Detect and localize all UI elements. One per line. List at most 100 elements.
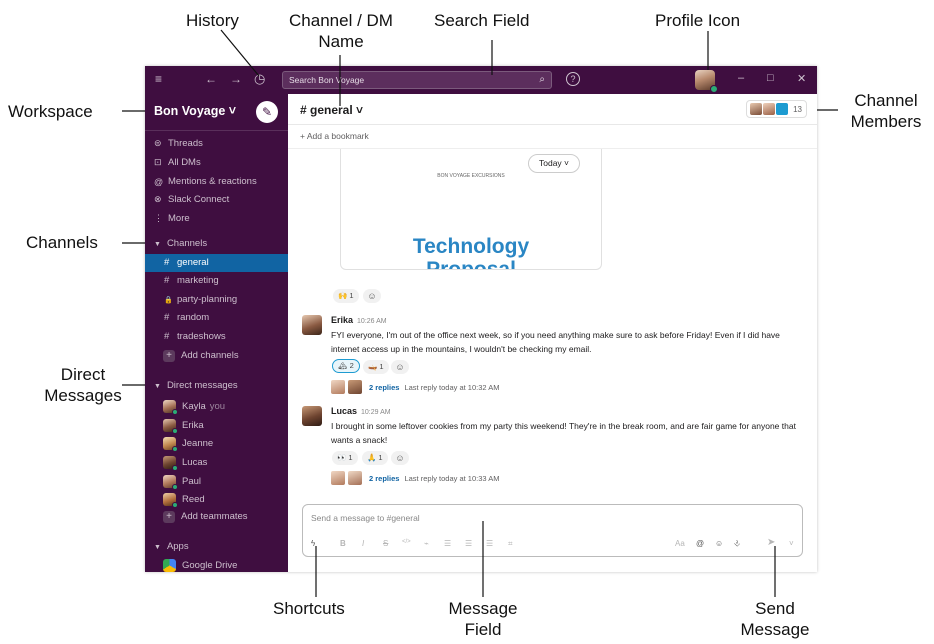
dms-icon: ⊡: [154, 157, 162, 167]
reaction-eyes[interactable]: 👀 1: [332, 451, 358, 465]
apps-section-header[interactable]: ▼ Apps: [154, 541, 189, 552]
add-reaction-icon[interactable]: ☺: [391, 451, 409, 465]
callout-channels: Channels: [26, 233, 98, 252]
sidebar-item-more[interactable]: ⋮ More: [154, 213, 190, 224]
avatar: [163, 400, 178, 415]
blockquote-icon[interactable]: ☰: [486, 539, 493, 548]
sidebar-channel-tradeshows[interactable]: # tradeshows: [145, 328, 288, 346]
preview-caption: BON VOYAGE EXCURSIONS: [437, 173, 505, 179]
message-author[interactable]: Erika 10:26 AM: [331, 315, 387, 325]
date-divider-pill[interactable]: Today ˅: [528, 154, 580, 173]
reaction-pray[interactable]: 🙏 1: [362, 451, 388, 465]
add-channels-button[interactable]: + Add channels: [145, 347, 288, 365]
reaction-mountain[interactable]: 🏔 2: [332, 359, 360, 373]
sidebar-channel-random[interactable]: # random: [145, 309, 288, 327]
hash-icon: #: [164, 312, 170, 323]
ordered-list-icon[interactable]: ☰: [444, 539, 451, 548]
dm-item-jeanne[interactable]: Jeanne: [163, 437, 213, 452]
divider: [145, 130, 288, 131]
channels-section-header[interactable]: ▼ Channels: [154, 238, 207, 249]
preview-title-line2: Proposal: [426, 258, 516, 270]
maximize-button[interactable]: □: [767, 72, 774, 84]
back-arrow-icon[interactable]: ←: [205, 72, 217, 86]
close-button[interactable]: ✕: [797, 72, 806, 85]
sidebar-item-label: Mentions & reactions: [168, 176, 257, 187]
app-item-google-drive[interactable]: Google Drive: [163, 559, 237, 572]
connect-icon: ⊗: [154, 194, 162, 204]
dm-item-reed[interactable]: Reed: [163, 493, 205, 508]
shortcuts-icon[interactable]: ϟ: [311, 539, 315, 548]
italic-icon[interactable]: I: [362, 539, 364, 548]
format-icon[interactable]: Aa: [675, 539, 685, 548]
channel-label: tradeshows: [177, 331, 226, 342]
presence-dot-icon: [710, 85, 718, 93]
add-teammates-button[interactable]: + Add teammates: [145, 508, 288, 526]
dm-item-paul[interactable]: Paul: [163, 475, 201, 490]
presence-dot-icon: [172, 484, 178, 490]
attach-icon[interactable]: ⎀: [734, 539, 740, 549]
emoji-icon[interactable]: ☺: [715, 539, 723, 548]
member-avatar: [750, 103, 763, 115]
callout-send-message-line1: Send: [755, 599, 795, 618]
sidebar-item-threads[interactable]: ⊜ Threads: [154, 138, 203, 149]
dm-item-lucas[interactable]: Lucas: [163, 456, 207, 471]
history-icon[interactable]: ◷: [254, 71, 265, 87]
dm-item-kayla[interactable]: Kayla you: [163, 400, 225, 415]
add-bookmark-button[interactable]: + Add a bookmark: [300, 131, 369, 141]
thread-replies[interactable]: 2 replies Last reply today at 10:33 AM: [331, 471, 500, 485]
forward-arrow-icon[interactable]: →: [230, 72, 242, 86]
send-icon[interactable]: ➤: [767, 537, 775, 548]
bold-icon[interactable]: B: [340, 539, 346, 548]
add-reaction-icon[interactable]: ☺: [391, 360, 409, 374]
workspace-name[interactable]: Bon Voyage ˅: [154, 104, 236, 118]
help-icon[interactable]: ?: [566, 72, 580, 86]
channel-name[interactable]: # general ˅: [300, 103, 363, 117]
message-author[interactable]: Lucas 10:29 AM: [331, 406, 391, 416]
sidebar-item-all-dms[interactable]: ⊡ All DMs: [154, 157, 201, 168]
profile-avatar[interactable]: [695, 70, 718, 93]
member-avatar: [763, 103, 776, 115]
dm-section-header[interactable]: ▼ Direct messages: [154, 380, 238, 391]
avatar: [348, 380, 362, 394]
sidebar-item-label: Threads: [168, 138, 203, 149]
code-icon[interactable]: </>: [402, 539, 411, 545]
callout-profile-icon: Profile Icon: [655, 11, 741, 30]
dm-item-erika[interactable]: Erika: [163, 419, 204, 434]
replies-link[interactable]: 2 replies: [369, 474, 399, 483]
avatar[interactable]: [302, 315, 322, 335]
reaction-canoe[interactable]: 🛶 1: [363, 360, 389, 374]
send-options-chevron-icon[interactable]: ˅: [789, 539, 794, 548]
channel-label: general: [177, 257, 209, 268]
channel-members-button[interactable]: 13: [746, 100, 807, 118]
add-teammates-label: Add teammates: [181, 511, 248, 522]
strikethrough-icon[interactable]: S: [383, 539, 388, 548]
compose-icon[interactable]: ✎: [256, 101, 278, 123]
code-block-icon[interactable]: ⌗: [508, 539, 513, 549]
message-text: I brought in some leftover cookies from …: [331, 421, 796, 445]
callout-send-message-line2: Message: [740, 620, 810, 639]
add-reaction-icon[interactable]: ☺: [363, 289, 381, 303]
avatar: [348, 471, 362, 485]
message-time: 10:26 AM: [357, 318, 387, 325]
thread-replies[interactable]: 2 replies Last reply today at 10:32 AM: [331, 380, 500, 394]
hash-icon: #: [164, 257, 170, 268]
replies-link[interactable]: 2 replies: [369, 383, 399, 392]
add-channels-label: Add channels: [181, 350, 239, 361]
minimize-button[interactable]: –: [738, 72, 744, 84]
avatar[interactable]: [302, 406, 322, 426]
menu-icon[interactable]: ≡: [155, 72, 162, 86]
sidebar-channel-marketing[interactable]: # marketing: [145, 272, 288, 290]
member-avatar: [776, 103, 789, 115]
search-input[interactable]: Search Bon Voyage ⌕: [282, 71, 552, 89]
reaction-raised-hands[interactable]: 🙌 1: [333, 289, 359, 303]
sidebar-channel-general[interactable]: # general: [145, 254, 288, 272]
sidebar-item-mentions[interactable]: @ Mentions & reactions: [154, 176, 257, 187]
bullet-list-icon[interactable]: ☰: [465, 539, 472, 548]
message-input[interactable]: Send a message to #general ϟ B I S </> ⌁…: [302, 504, 803, 557]
sidebar-item-slack-connect[interactable]: ⊗ Slack Connect: [154, 194, 229, 205]
link-icon[interactable]: ⌁: [424, 539, 429, 548]
mention-icon[interactable]: @: [696, 539, 704, 548]
sidebar-channel-party-planning[interactable]: 🔒 party-planning: [145, 291, 288, 309]
mention-icon: @: [154, 176, 164, 187]
callout-send-message: Send Message: [730, 598, 820, 640]
